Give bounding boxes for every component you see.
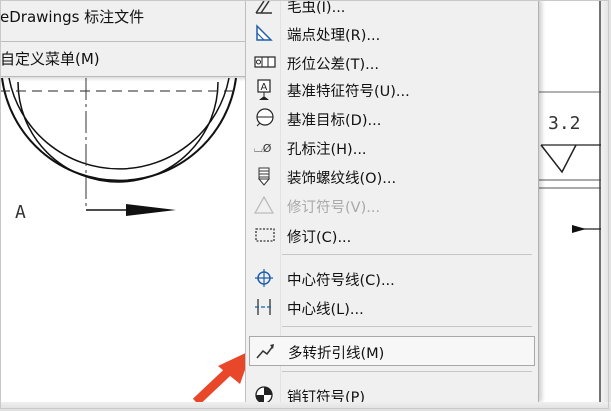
window-frame [0,0,609,409]
